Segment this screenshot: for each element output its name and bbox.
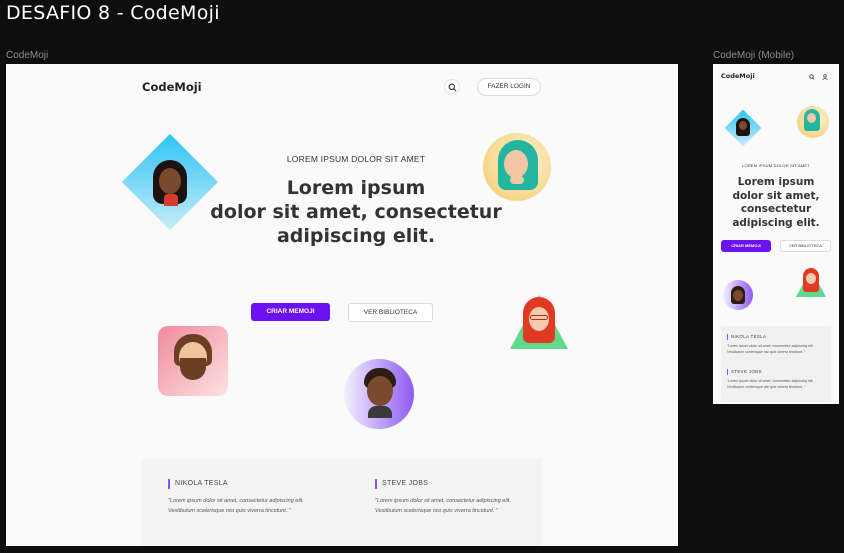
search-button[interactable] (444, 79, 460, 95)
view-library-button[interactable]: VER BIBLIOTECA (348, 303, 433, 322)
create-memoji-button[interactable]: CRIAR MEMOJI (251, 303, 330, 321)
mobile-testimonial-text: "Lorem ipsum dolor sit amet, consectetur… (727, 344, 814, 354)
mobile-hero-eyebrow: LOREM IPSUM DOLOR SIT AMET (742, 163, 810, 168)
mobile-hero-line-4: adipiscing elit. (732, 216, 820, 229)
hero-heading: Lorem ipsum dolor sit amet, consectetur … (166, 176, 546, 248)
mobile-memoji-red-hair (803, 268, 819, 292)
testimonial-name: NIKOLA TESLA (168, 479, 318, 489)
mobile-memoji-green-hair (804, 109, 820, 131)
login-button[interactable]: FAZER LOGIN (477, 78, 541, 96)
hero-line-1: Lorem ipsum (286, 177, 426, 199)
mobile-hero-heading: Lorem ipsum dolor sit amet, consectetur … (717, 176, 835, 230)
mobile-hero-line-3: consectetur (740, 203, 812, 215)
memoji-bearded-man (172, 334, 214, 388)
testimonial-name: STEVE JOBS (375, 479, 525, 489)
mobile-testimonial-name: NIKOLA TESLA (727, 334, 825, 340)
desktop-frame: CodeMoji FAZER LOGIN LOREM IPSUM DOLOR S… (6, 64, 678, 546)
hero-line-3: adipiscing elit. (276, 225, 436, 247)
testimonial-text: "Lorem ipsum dolor sit amet, consectetur… (168, 498, 304, 514)
mobile-frame-label: CodeMoji (Mobile) (713, 50, 795, 61)
mobile-testimonial-card: NIKOLA TESLA "Lorem ipsum dolor sit amet… (727, 334, 825, 355)
mobile-memoji-curly (731, 286, 745, 304)
hero-eyebrow: LOREM IPSUM DOLOR SIT AMET (286, 154, 426, 164)
page-title: DESAFIO 8 - CodeMoji (6, 2, 220, 24)
hero-line-2: dolor sit amet, consectetur (210, 201, 502, 223)
mobile-logo[interactable]: CodeMoji (721, 72, 755, 80)
mobile-hero-line-2: dolor sit amet, (732, 189, 820, 202)
memoji-red-hair (521, 297, 557, 351)
user-icon[interactable] (822, 74, 828, 80)
testimonial-card: NIKOLA TESLA "Lorem ipsum dolor sit amet… (168, 479, 318, 516)
mobile-testimonial-text: "Lorem ipsum dolor sit amet, consectetur… (727, 379, 814, 389)
testimonial-card: STEVE JOBS "Lorem ipsum dolor sit amet, … (375, 479, 525, 516)
desktop-frame-label: CodeMoji (6, 50, 49, 61)
mobile-frame: CodeMoji LOREM IPSUM DOLOR SIT AMET Lore… (713, 64, 839, 404)
mobile-view-library-button[interactable]: VER BIBLIOTECA (780, 240, 831, 252)
mobile-testimonials-section: NIKOLA TESLA "Lorem ipsum dolor sit amet… (721, 326, 831, 402)
logo[interactable]: CodeMoji (142, 80, 202, 94)
mobile-hero-line-1: Lorem ipsum (737, 176, 815, 188)
memoji-curly-hair (362, 368, 398, 418)
testimonials-section: NIKOLA TESLA "Lorem ipsum dolor sit amet… (142, 459, 542, 546)
mobile-create-memoji-button[interactable]: CRIAR MEMOJI (721, 240, 771, 252)
mobile-testimonial-card: STEVE JOBS "Lorem ipsum dolor sit amet, … (727, 369, 825, 390)
search-icon (448, 83, 456, 91)
mobile-memoji-woman (736, 118, 750, 136)
testimonial-text: "Lorem ipsum dolor sit amet, consectetur… (375, 498, 511, 514)
search-icon[interactable] (809, 74, 815, 80)
mobile-testimonial-name: STEVE JOBS (727, 369, 825, 375)
